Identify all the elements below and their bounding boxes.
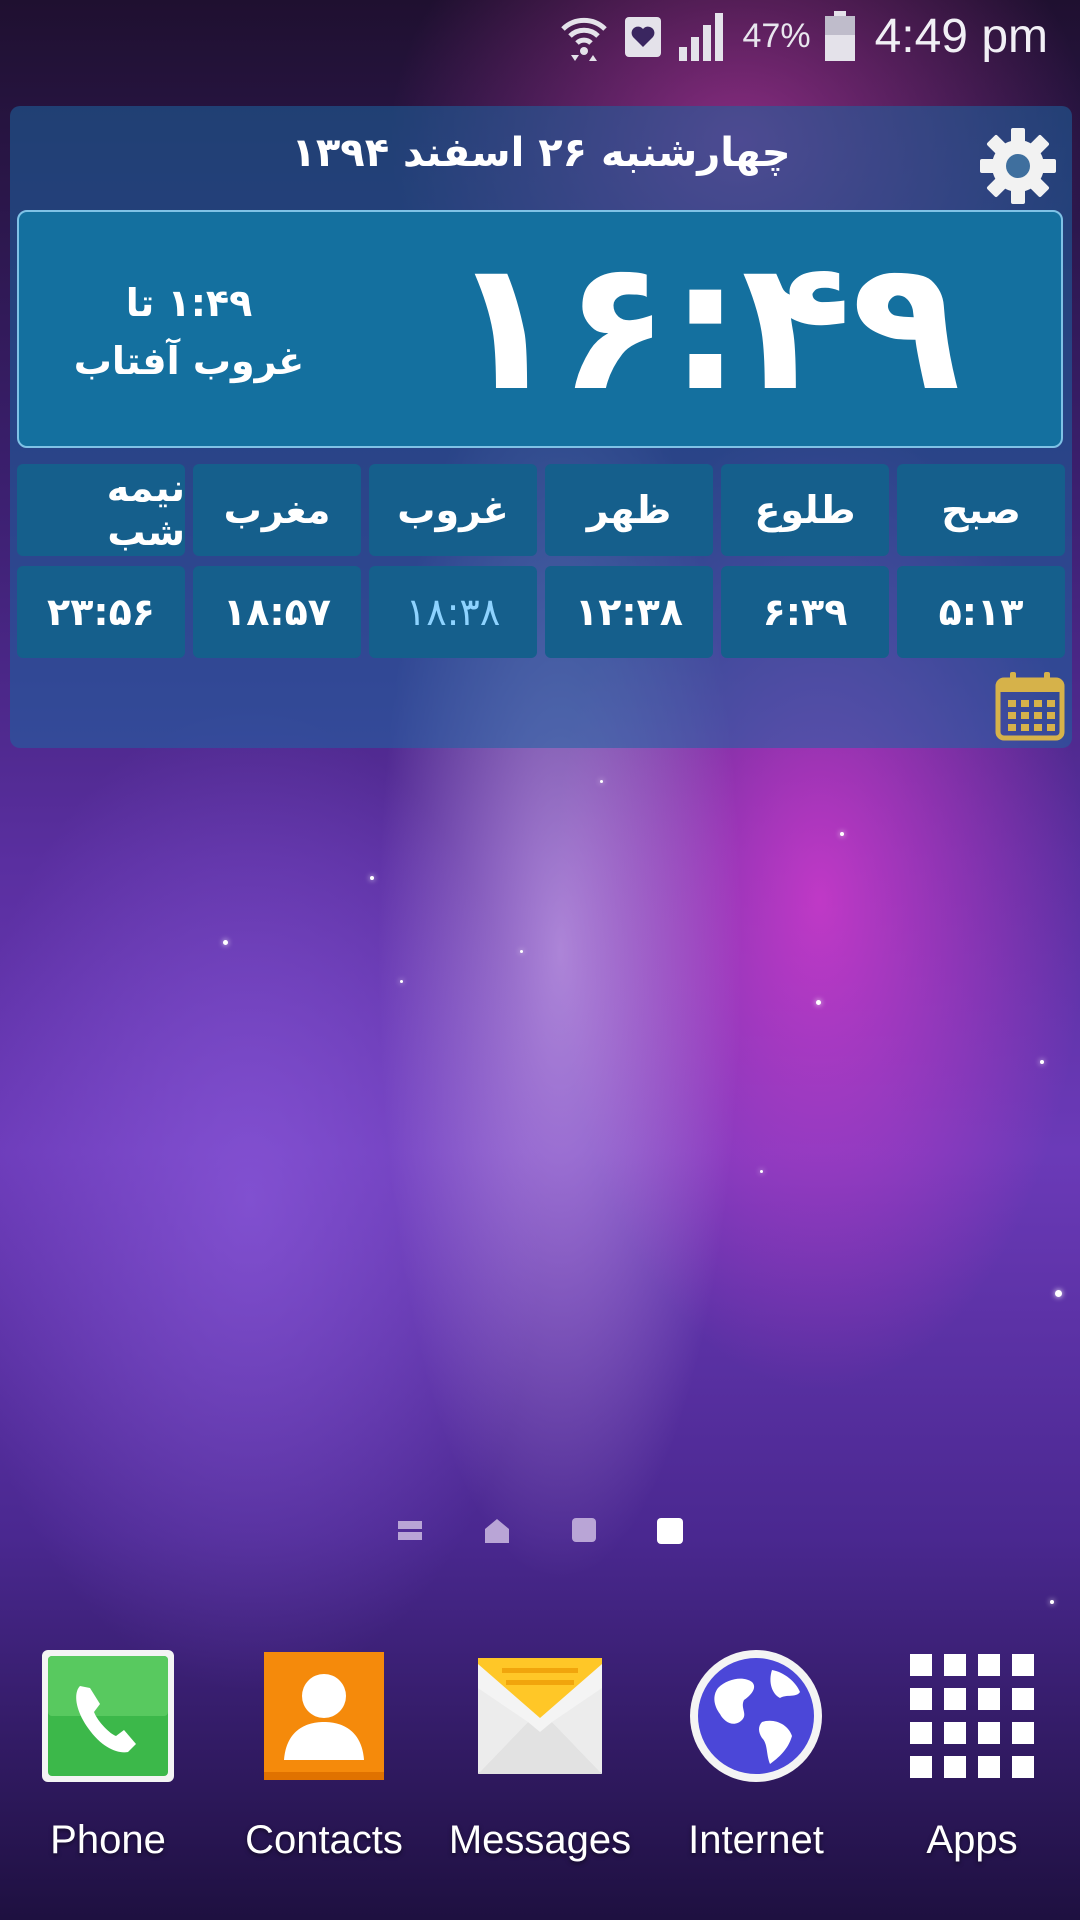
app-dock: Phone Contacts Messages Internet Apps xyxy=(0,1640,1080,1880)
dock-label-apps: Apps xyxy=(926,1818,1018,1862)
gear-icon xyxy=(980,128,1056,204)
star xyxy=(760,1170,763,1173)
prayer-times-widget[interactable]: چهارشنبه ۲۶ اسفند ۱۳۹۴ ۱۶:۴۹ ۱:۴۹ تا غرو… xyxy=(10,106,1072,748)
dock-label-internet: Internet xyxy=(688,1818,824,1862)
sunset-countdown: ۱:۴۹ تا غروب آفتاب xyxy=(59,274,319,390)
status-bar: 47% 4:49 pm xyxy=(0,0,1080,72)
prayer-time-sunset: ۱۸:۳۸ xyxy=(369,566,537,658)
star xyxy=(840,832,844,836)
page-dot-active[interactable] xyxy=(656,1517,684,1545)
prayer-name-fajr: صبح xyxy=(897,464,1065,556)
page-dot-home[interactable] xyxy=(483,1517,511,1545)
dock-app-apps[interactable]: Apps xyxy=(864,1640,1080,1880)
dock-label-messages: Messages xyxy=(448,1818,632,1862)
dock-label-phone: Phone xyxy=(50,1818,166,1862)
countdown-value: ۱:۴۹ تا xyxy=(125,281,253,325)
star xyxy=(1055,1290,1062,1297)
contacts-icon xyxy=(264,1652,384,1780)
settings-button[interactable] xyxy=(976,124,1060,208)
dock-app-messages[interactable]: Messages xyxy=(432,1640,648,1880)
calendar-button[interactable] xyxy=(994,670,1066,742)
clock-panel: ۱۶:۴۹ ۱:۴۹ تا غروب آفتاب xyxy=(17,210,1063,448)
star xyxy=(816,1000,821,1005)
phone-icon xyxy=(42,1650,174,1782)
star xyxy=(600,780,603,783)
apps-grid-icon xyxy=(910,1654,1034,1778)
prayer-time-fajr: ۵:۱۳ xyxy=(897,566,1065,658)
prayer-name-dhuhr: ظهر xyxy=(545,464,713,556)
star xyxy=(1050,1600,1054,1604)
prayer-name-midnight: نیمه شب xyxy=(17,464,185,556)
prayer-name-maghrib: مغرب xyxy=(193,464,361,556)
messages-icon xyxy=(478,1658,602,1774)
star xyxy=(223,940,228,945)
dock-app-contacts[interactable]: Contacts xyxy=(216,1640,432,1880)
wifi-icon xyxy=(559,11,609,61)
battery-percent: 47% xyxy=(742,16,811,55)
battery-icon xyxy=(824,11,855,61)
prayer-time-maghrib: ۱۸:۵۷ xyxy=(193,566,361,658)
calendar-icon xyxy=(995,672,1065,741)
star xyxy=(1040,1060,1044,1064)
persian-date: چهارشنبه ۲۶ اسفند ۱۳۹۴ xyxy=(291,130,791,176)
current-time: ۱۶:۴۹ xyxy=(449,222,961,431)
prayer-time-sunrise: ۶:۳۹ xyxy=(721,566,889,658)
page-dot-2[interactable] xyxy=(571,1517,597,1543)
prayer-name-sunset: غروب xyxy=(369,464,537,556)
dock-label-contacts: Contacts xyxy=(245,1818,403,1862)
globe-icon xyxy=(690,1650,822,1782)
star xyxy=(400,980,403,983)
status-clock: 4:49 pm xyxy=(874,9,1048,63)
prayer-time-midnight: ۲۳:۵۶ xyxy=(17,566,185,658)
heart-notification-icon xyxy=(623,13,663,59)
prayer-times-table: صبح طلوع ظهر غروب مغرب نیمه شب ۵:۱۳ ۶:۳۹… xyxy=(17,464,1065,658)
dock-app-internet[interactable]: Internet xyxy=(648,1640,864,1880)
star xyxy=(520,950,523,953)
dock-app-phone[interactable]: Phone xyxy=(0,1640,216,1880)
page-dot-list[interactable] xyxy=(397,1517,423,1543)
countdown-label: غروب آفتاب xyxy=(73,339,305,383)
star xyxy=(370,876,374,880)
prayer-name-sunrise: طلوع xyxy=(721,464,889,556)
prayer-time-dhuhr: ۱۲:۳۸ xyxy=(545,566,713,658)
page-indicator xyxy=(0,1517,1080,1553)
signal-icon xyxy=(677,11,729,61)
